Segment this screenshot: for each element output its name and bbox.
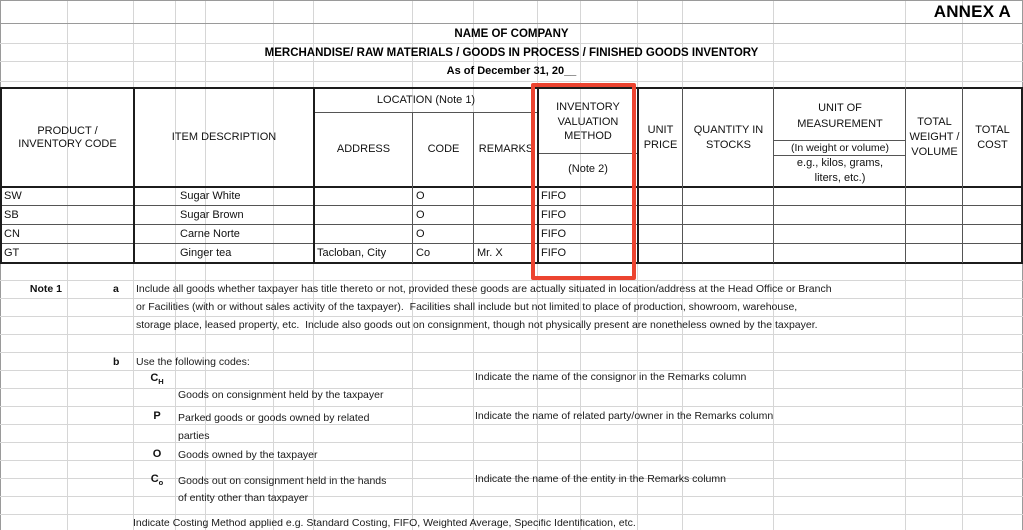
company-name-title: NAME OF COMPANY [454, 28, 569, 40]
table-row[interactable]: Co [416, 244, 472, 262]
table-row[interactable] [317, 187, 411, 205]
table-row[interactable]: FIFO [541, 206, 636, 224]
header-unit-price: UNIT PRICE [639, 89, 682, 186]
header-address: ADDRESS [336, 143, 391, 156]
note1-label: Note 1 [29, 283, 62, 295]
header-valuation-note: (Note 2) [568, 163, 608, 176]
code-symbol-co: Co [146, 473, 168, 487]
clipped-bottom-row: Indicate Costing Method applied e.g. Sta… [0, 519, 1023, 530]
table-row[interactable]: Mr. X [477, 244, 536, 262]
as-of-date: As of December 31, 20__ [446, 65, 577, 77]
header-unit-price-l2: PRICE [643, 138, 678, 151]
code-instruction-ch: Indicate the name of the consignor in th… [475, 371, 747, 383]
header-uom-l2: MEASUREMENT [797, 117, 883, 130]
code-symbol-co-sub: o [158, 478, 164, 488]
code-symbol-ch-sub: H [158, 377, 164, 387]
header-total-cost-l2: COST [977, 138, 1008, 151]
code-instruction-co: Indicate the name of the entity in the R… [475, 473, 726, 485]
col-divider-quantity [773, 87, 774, 263]
header-uom-top: UNIT OF MEASUREMENT [775, 93, 905, 140]
note1-item-b-title: Use the following codes: [136, 356, 250, 368]
header-total-cost: TOTAL COST [964, 89, 1021, 186]
note1-item-a-line1: Include all goods whether taxpayer has t… [136, 283, 832, 295]
header-uom-l5: liters, etc.) [814, 172, 866, 184]
table-row[interactable]: Ginger tea [180, 244, 312, 262]
table-row[interactable] [477, 187, 536, 205]
note1-item-a-line2: or Facilities (with or without sales act… [136, 301, 798, 313]
table-row[interactable]: Sugar Brown [180, 206, 312, 224]
header-item-description: ITEM DESCRIPTION [171, 131, 277, 144]
code-symbol-co-letter: C [150, 473, 159, 485]
note1-item-b-marker: b [113, 356, 120, 368]
table-row[interactable] [317, 206, 411, 224]
table-row[interactable]: O [416, 187, 472, 205]
header-unit-price-l1: UNIT [647, 123, 674, 136]
table-row[interactable]: O [416, 206, 472, 224]
code-description-co-l2: of entity other than taxpayer [178, 492, 309, 504]
code-symbol-o-letter: O [152, 448, 162, 460]
code-description-ch: Goods on consignment held by the taxpaye… [178, 389, 384, 401]
header-quantity-l1: QUANTITY IN [693, 123, 764, 136]
table-row[interactable]: Tacloban, City [317, 244, 411, 262]
code-instruction-p: Indicate the name of related party/owner… [475, 410, 774, 422]
table-row[interactable]: Sugar White [180, 187, 312, 205]
header-total-weight-l3: VOLUME [911, 145, 958, 158]
table-row[interactable]: O [416, 225, 472, 243]
header-total-weight-l2: WEIGHT / [909, 131, 960, 144]
table-row[interactable] [317, 225, 411, 243]
table-row[interactable]: SW [4, 187, 132, 205]
header-code: CODE [427, 143, 460, 156]
code-description-o: Goods owned by the taxpayer [178, 449, 318, 461]
table-row[interactable]: Carne Norte [180, 225, 312, 243]
header-uom-l4: e.g., kilos, grams, [796, 157, 884, 170]
col-divider-uom [905, 87, 906, 263]
code-description-p-l2: parties [178, 430, 210, 442]
note1-item-a-line3: storage place, leased property, etc. Inc… [136, 319, 818, 331]
header-quantity-l2: STOCKS [705, 138, 752, 151]
header-uom-bottom: e.g., kilos, grams, liters, etc.) [775, 156, 905, 186]
code-symbol-p-letter: P [153, 410, 161, 422]
table-row[interactable]: FIFO [541, 225, 636, 243]
table-row[interactable]: FIFO [541, 187, 636, 205]
code-symbol-o: O [146, 448, 168, 460]
form-title: MERCHANDISE/ RAW MATERIALS / GOODS IN PR… [264, 46, 759, 59]
header-total-cost-l1: TOTAL [975, 123, 1010, 136]
code-description-p-l1: Parked goods or goods owned by related [178, 412, 370, 424]
note1-item-a-marker: a [113, 283, 119, 295]
code-symbol-p: P [146, 410, 168, 422]
header-uom-l1: UNIT OF [818, 101, 862, 114]
header-product-code-l1: PRODUCT / INVENTORY CODE [18, 124, 117, 150]
table-row[interactable]: SB [4, 206, 132, 224]
col-divider-totalweight [962, 87, 963, 263]
header-remarks: REMARKS [478, 143, 534, 156]
header-valuation-l2: VALUATION [557, 115, 619, 128]
header-total-weight-volume: TOTAL WEIGHT / VOLUME [907, 89, 962, 186]
header-location-group: LOCATION (Note 1) [376, 94, 476, 107]
col-divider-address [412, 112, 413, 263]
col-divider-code [473, 112, 474, 263]
header-quantity-in-stocks: QUANTITY IN STOCKS [684, 89, 773, 186]
table-row[interactable]: FIFO [541, 244, 636, 262]
code-description-co-l1: Goods out on consignment held in the han… [178, 475, 387, 487]
table-row[interactable]: GT [4, 244, 132, 262]
header-product-code: PRODUCT / INVENTORY CODE [2, 89, 133, 186]
clipped-bottom-text: Indicate Costing Method applied e.g. Sta… [133, 519, 636, 529]
header-valuation-l1: INVENTORY [556, 100, 620, 113]
code-symbol-ch: CH [146, 372, 168, 386]
table-row[interactable]: CN [4, 225, 132, 243]
header-valuation-l3: METHOD [564, 130, 612, 143]
spreadsheet-canvas: ANNEX A NAME OF COMPANY MERCHANDISE/ RAW… [0, 0, 1023, 530]
col-divider-unitprice [682, 87, 683, 263]
table-row[interactable] [477, 225, 536, 243]
table-row[interactable] [477, 206, 536, 224]
annex-label: ANNEX A [933, 2, 1011, 21]
header-valuation-method: INVENTORY VALUATION METHOD [539, 92, 637, 152]
header-total-weight-l1: TOTAL [917, 116, 952, 129]
table-bottom-border [0, 262, 1023, 264]
header-uom-l3: (In weight or volume) [790, 141, 890, 154]
